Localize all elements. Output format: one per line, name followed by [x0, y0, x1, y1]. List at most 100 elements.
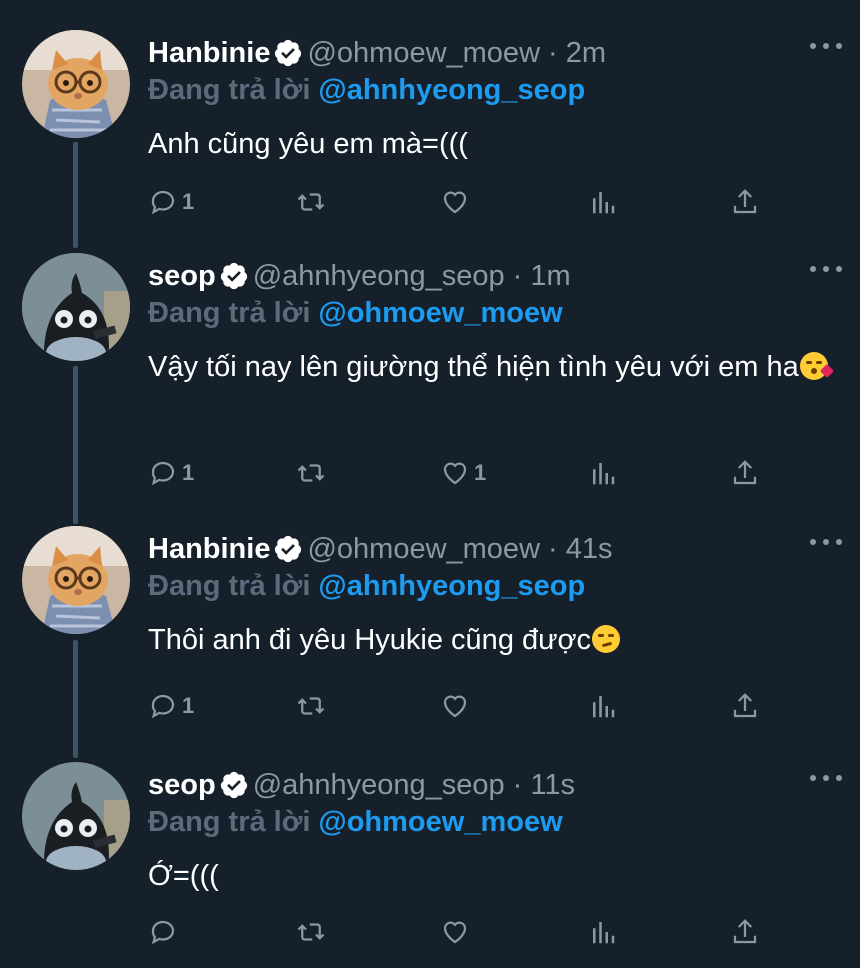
more-options-icon[interactable] [810, 768, 842, 788]
replying-to-label: Đang trả lời [148, 805, 311, 838]
replying-to-label: Đang trả lời [148, 569, 311, 602]
separator: · [512, 259, 523, 292]
handle[interactable]: @ohmoew_moew [307, 533, 540, 566]
share-button[interactable] [730, 686, 760, 726]
share-icon [733, 460, 757, 485]
reply-mention-link[interactable]: @ohmoew_moew [318, 806, 562, 839]
analytics-button[interactable] [588, 912, 618, 952]
tweet-text: Ớ=((( [148, 850, 828, 903]
timestamp[interactable]: 1m [530, 260, 570, 293]
tweet[interactable]: seop @ahnhyeong_seop · 1m Đang trả lời @… [0, 253, 860, 523]
analytics-icon [593, 922, 615, 944]
timestamp[interactable]: 11s [530, 769, 575, 802]
replying-to: Đang trả lời @ohmoew_moew [148, 293, 563, 333]
retweet-icon [297, 923, 325, 941]
replying-to-label: Đang trả lời [148, 73, 311, 106]
display-name[interactable]: seop [148, 769, 216, 802]
analytics-button[interactable] [588, 453, 618, 493]
share-button[interactable] [730, 453, 760, 493]
tweet-text-content: Anh cũng yêu em mà=((( [148, 128, 468, 160]
like-count: 1 [474, 460, 487, 485]
handle[interactable]: @ahnhyeong_seop [253, 769, 505, 802]
like-button[interactable] [440, 686, 474, 726]
more-options-icon[interactable] [810, 532, 842, 552]
share-icon [733, 919, 757, 944]
reply-mention-link[interactable]: @ahnhyeong_seop [318, 570, 585, 603]
reply-button[interactable]: 1 [148, 182, 194, 222]
reply-mention-link[interactable]: @ahnhyeong_seop [318, 74, 585, 107]
share-button[interactable] [730, 182, 760, 222]
analytics-icon [593, 463, 615, 485]
replying-to-label: Đang trả lời [148, 296, 311, 329]
character-avatar-image [22, 762, 130, 870]
replying-to: Đang trả lời @ohmoew_moew [148, 802, 563, 842]
tweet-text: Anh cũng yêu em mà=((( [148, 118, 828, 171]
replying-to: Đang trả lời @ahnhyeong_seop [148, 566, 585, 606]
reply-mention-link[interactable]: @ohmoew_moew [318, 297, 562, 330]
character-avatar-image [22, 253, 130, 361]
reply-button[interactable]: 1 [148, 686, 194, 726]
avatar[interactable] [22, 253, 130, 361]
reply-icon [151, 461, 175, 486]
reply-icon [151, 694, 175, 719]
retweet-icon [297, 697, 325, 715]
like-button[interactable]: 1 [440, 453, 486, 493]
retweet-button[interactable] [296, 453, 330, 493]
more-options-icon[interactable] [810, 259, 842, 279]
like-button[interactable] [440, 912, 474, 952]
reply-button[interactable] [148, 912, 182, 952]
reply-icon [151, 920, 175, 945]
analytics-button[interactable] [588, 182, 618, 222]
reply-count: 1 [182, 460, 195, 485]
separator: · [548, 36, 558, 69]
heart-icon [443, 191, 467, 214]
smirk-emoji [592, 625, 621, 653]
conversation-thread: Hanbinie @ohmoew_moew · 2m Đang trả lời … [0, 0, 860, 968]
analytics-icon [593, 696, 615, 718]
retweet-button[interactable] [296, 912, 330, 952]
tweet-header: seop @ahnhyeong_seop · 1m [148, 257, 571, 295]
timestamp[interactable]: 2m [566, 37, 606, 70]
reply-button[interactable]: 1 [148, 453, 194, 493]
share-icon [733, 693, 757, 718]
tweet-text-content: Thôi anh đi yêu Hyukie cũng được [148, 624, 592, 656]
kissing-heart-emoji [799, 352, 834, 380]
verified-badge-icon [219, 770, 249, 800]
retweet-button[interactable] [296, 686, 330, 726]
tweet[interactable]: seop @ahnhyeong_seop · 11s Đang trả lời … [0, 762, 860, 962]
avatar[interactable] [22, 30, 130, 138]
reply-count: 1 [182, 693, 195, 718]
retweet-icon [297, 193, 325, 211]
separator: · [548, 532, 558, 565]
verified-badge-icon [273, 534, 303, 564]
tweet[interactable]: Hanbinie @ohmoew_moew · 41s Đang trả lời… [0, 526, 860, 751]
tweet-text-content: Ớ=((( [148, 860, 219, 892]
share-button[interactable] [730, 912, 760, 952]
avatar[interactable] [22, 526, 130, 634]
like-button[interactable] [440, 182, 474, 222]
cat-avatar-image [22, 30, 130, 138]
retweet-icon [297, 464, 325, 482]
verified-badge-icon [219, 261, 249, 291]
heart-icon [443, 462, 467, 485]
tweet-actions [148, 912, 788, 952]
tweet-header: seop @ahnhyeong_seop · 11s [148, 766, 575, 804]
display-name[interactable]: Hanbinie [148, 533, 270, 566]
display-name[interactable]: seop [148, 260, 216, 293]
tweet-actions: 1 [148, 182, 788, 222]
avatar[interactable] [22, 762, 130, 870]
handle[interactable]: @ohmoew_moew [307, 37, 540, 70]
handle[interactable]: @ahnhyeong_seop [253, 260, 505, 293]
heart-icon [443, 921, 467, 944]
more-options-icon[interactable] [810, 36, 842, 56]
timestamp[interactable]: 41s [566, 533, 613, 566]
tweet[interactable]: Hanbinie @ohmoew_moew · 2m Đang trả lời … [0, 30, 860, 240]
retweet-button[interactable] [296, 182, 330, 222]
analytics-icon [593, 192, 615, 214]
reply-count: 1 [182, 189, 195, 214]
replying-to: Đang trả lời @ahnhyeong_seop [148, 70, 585, 110]
heart-icon [443, 695, 467, 718]
display-name[interactable]: Hanbinie [148, 37, 270, 70]
analytics-button[interactable] [588, 686, 618, 726]
reply-icon [151, 190, 175, 215]
